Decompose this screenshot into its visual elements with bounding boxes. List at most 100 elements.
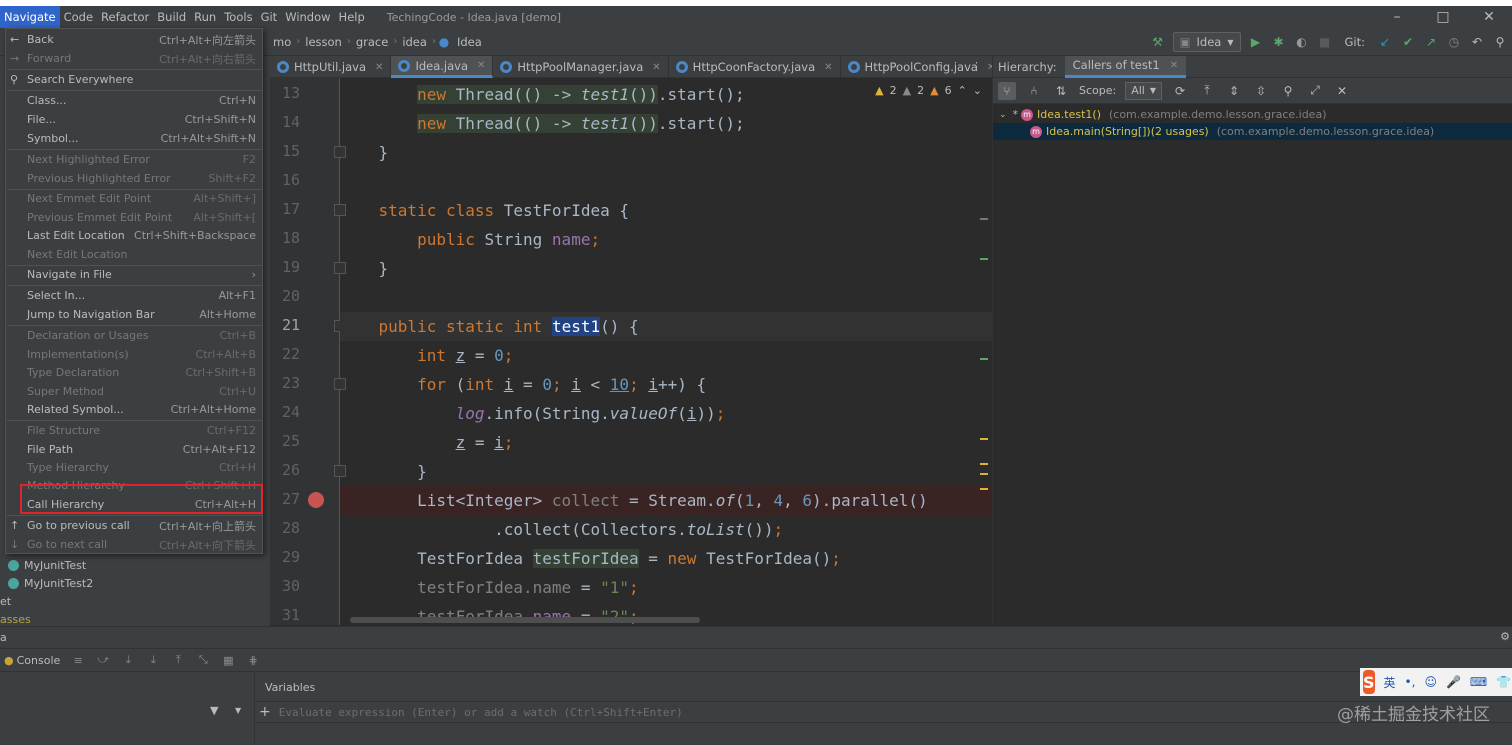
console-tab[interactable]: ● Console bbox=[4, 654, 60, 667]
run-config-select[interactable]: ▣ Idea ▼ bbox=[1172, 32, 1241, 52]
ime-logo-icon[interactable]: S bbox=[1363, 670, 1375, 694]
menu-item-file-path[interactable]: File Path Ctrl+Alt+F12 bbox=[6, 440, 262, 459]
export-icon[interactable]: ⤒ bbox=[1198, 82, 1216, 100]
filter-icon[interactable]: ▼ bbox=[210, 704, 218, 717]
menu-item-next-emmet[interactable]: Next Emmet Edit Point Alt+Shift+] bbox=[6, 189, 262, 208]
chevron-down-icon[interactable]: ▼ bbox=[235, 706, 241, 715]
close-icon[interactable]: ✕ bbox=[1170, 60, 1178, 71]
build-hammer-icon[interactable]: ⚒ bbox=[1150, 34, 1166, 50]
expand-all-icon[interactable]: ⇕ bbox=[1225, 82, 1243, 100]
callee-hierarchy-icon[interactable]: ⑃ bbox=[1025, 82, 1043, 100]
debug-icon[interactable]: ✱ bbox=[1271, 34, 1287, 50]
tree-item[interactable]: MyJunitTest2 bbox=[0, 574, 270, 592]
emoji-icon[interactable]: ☺ bbox=[1424, 675, 1437, 689]
breadcrumb-item[interactable]: mo bbox=[268, 35, 296, 49]
menu-item-class[interactable]: Class... Ctrl+N bbox=[6, 91, 262, 110]
menu-item-previous-emmet[interactable]: Previous Emmet Edit Point Alt+Shift+[ bbox=[6, 208, 262, 227]
breadcrumb-item[interactable]: grace bbox=[351, 35, 393, 49]
menu-item-next-edit-location[interactable]: Next Edit Location bbox=[6, 245, 262, 264]
close-icon[interactable]: ✕ bbox=[477, 60, 485, 71]
rollback-icon[interactable]: ↶ bbox=[1469, 34, 1485, 50]
hierarchy-tree-row[interactable]: m Idea.main(String[])(2 usages) (com.exa… bbox=[993, 123, 1512, 140]
more-tabs-icon[interactable]: ⋮ bbox=[971, 60, 982, 73]
maximize-icon[interactable]: □ bbox=[1420, 6, 1466, 28]
gear-icon[interactable]: ⚙ bbox=[1500, 630, 1510, 643]
menu-item-navigate-in-file[interactable]: Navigate in File › bbox=[6, 265, 262, 284]
microphone-icon[interactable]: 🎤 bbox=[1446, 675, 1461, 689]
tab-httputil[interactable]: HttpUtil.java ✕ bbox=[270, 56, 392, 78]
hierarchy-tree-row[interactable]: ⌄ * m Idea.test1() (com.example.demo.les… bbox=[993, 106, 1512, 123]
collapse-all-icon[interactable]: ⇳ bbox=[1252, 82, 1270, 100]
skin-icon[interactable]: 👕 bbox=[1496, 675, 1511, 689]
horizontal-scrollbar[interactable] bbox=[350, 617, 700, 623]
menu-item-type-hierarchy[interactable]: Type Hierarchy Ctrl+H bbox=[6, 458, 262, 477]
tree-item[interactable]: et bbox=[0, 592, 270, 610]
breadcrumb-item[interactable]: idea bbox=[397, 35, 432, 49]
step-over-icon[interactable]: ⤓ bbox=[121, 653, 135, 667]
scope-select[interactable]: All ▼ bbox=[1125, 81, 1163, 100]
menu-item-last-edit-location[interactable]: Last Edit Location Ctrl+Shift+Backspace bbox=[6, 226, 262, 245]
menu-run[interactable]: Run bbox=[190, 6, 220, 28]
keyboard-icon[interactable]: ⌨ bbox=[1470, 675, 1487, 689]
tab-httppoolmanager[interactable]: HttpPoolManager.java ✕ bbox=[493, 56, 669, 78]
menu-item-implementations[interactable]: Implementation(s) Ctrl+Alt+B bbox=[6, 345, 262, 364]
close-icon[interactable]: ✕ bbox=[652, 62, 660, 73]
close-icon[interactable]: ✕ bbox=[1466, 6, 1512, 28]
git-commit-icon[interactable]: ✔ bbox=[1400, 34, 1416, 50]
menu-item-next-error[interactable]: Next Highlighted Error F2 bbox=[6, 150, 262, 169]
ime-language[interactable]: 英 bbox=[1384, 674, 1396, 691]
menu-navigate[interactable]: Navigate bbox=[0, 6, 60, 28]
search-icon[interactable]: ⚲ bbox=[1492, 34, 1508, 50]
git-push-icon[interactable]: ↗ bbox=[1423, 34, 1439, 50]
chevron-down-icon[interactable]: ⌄ bbox=[973, 84, 982, 97]
history-icon[interactable]: ◷ bbox=[1446, 34, 1462, 50]
refresh-icon[interactable]: ⟳ bbox=[1171, 82, 1189, 100]
breadcrumb-item[interactable]: Idea bbox=[452, 35, 487, 49]
run-icon[interactable]: ▶ bbox=[1248, 34, 1264, 50]
menu-item-related-symbol[interactable]: Related Symbol... Ctrl+Alt+Home bbox=[6, 400, 262, 419]
punctuation-icon[interactable]: •, bbox=[1405, 675, 1416, 689]
menu-tools[interactable]: Tools bbox=[220, 6, 256, 28]
menu-item-jump-to-navigation-bar[interactable]: Jump to Navigation Bar Alt+Home bbox=[6, 305, 262, 324]
menu-item-file[interactable]: File... Ctrl+Shift+N bbox=[6, 110, 262, 129]
add-watch-icon[interactable]: + bbox=[259, 704, 271, 720]
stop-icon[interactable]: ■ bbox=[1317, 34, 1333, 50]
pin-icon[interactable]: ⚲ bbox=[1279, 82, 1297, 100]
caller-hierarchy-icon[interactable]: ⑂ bbox=[998, 81, 1016, 100]
menu-code[interactable]: Code bbox=[60, 6, 97, 28]
tab-httpcoonfactory[interactable]: HttpCoonFactory.java ✕ bbox=[669, 56, 841, 78]
menu-item-forward[interactable]: → Forward Ctrl+Alt+向右箭头 bbox=[6, 49, 262, 68]
menu-item-search-everywhere[interactable]: ⚲ Search Everywhere bbox=[6, 70, 262, 89]
close-icon[interactable]: ✕ bbox=[1333, 82, 1351, 100]
menu-item-type-declaration[interactable]: Type Declaration Ctrl+Shift+B bbox=[6, 363, 262, 382]
menu-item-symbol[interactable]: Symbol... Ctrl+Alt+Shift+N bbox=[6, 129, 262, 148]
menu-refactor[interactable]: Refactor bbox=[97, 6, 153, 28]
minimize-icon[interactable]: – bbox=[1374, 6, 1420, 28]
menu-item-select-in[interactable]: Select In... Alt+F1 bbox=[6, 286, 262, 305]
menu-build[interactable]: Build bbox=[153, 6, 190, 28]
menu-item-declaration[interactable]: Declaration or Usages Ctrl+B bbox=[6, 326, 262, 345]
menu-item-previous-error[interactable]: Previous Highlighted Error Shift+F2 bbox=[6, 169, 262, 188]
show-execution-point-icon[interactable]: ⤻ bbox=[96, 653, 110, 667]
close-icon[interactable]: ✕ bbox=[375, 62, 383, 73]
menu-help[interactable]: Help bbox=[335, 6, 369, 28]
menu-lines-icon[interactable]: ≡ bbox=[71, 653, 85, 667]
coverage-icon[interactable]: ◐ bbox=[1294, 34, 1310, 50]
inspection-widget[interactable]: ▲ 2 ▲ 2 ▲ 6 ⌃ ⌄ bbox=[875, 84, 982, 97]
sort-alphabetically-icon[interactable]: ⇅ bbox=[1052, 82, 1070, 100]
code-editor[interactable]: 13 14 15 16 17 18 19 20 21 22 23 24 25 2… bbox=[270, 78, 992, 625]
trace-icon[interactable]: ⋕ bbox=[246, 653, 260, 667]
tab-idea[interactable]: Idea.java ✕ bbox=[391, 56, 494, 78]
menu-window[interactable]: Window bbox=[281, 6, 334, 28]
menu-item-super-method[interactable]: Super Method Ctrl+U bbox=[6, 382, 262, 401]
close-icon[interactable]: ✕ bbox=[824, 62, 832, 73]
evaluate-icon[interactable]: ▦ bbox=[221, 653, 235, 667]
menu-item-go-to-previous-call[interactable]: ↑ Go to previous call Ctrl+Alt+向上箭头 bbox=[6, 516, 262, 535]
menu-item-go-to-next-call[interactable]: ↓ Go to next call Ctrl+Alt+向下箭头 bbox=[6, 535, 262, 554]
step-out-icon[interactable]: ⤒ bbox=[171, 653, 185, 667]
breadcrumb-item[interactable]: lesson bbox=[300, 35, 347, 49]
tab-callers-of-test1[interactable]: Callers of test1 ✕ bbox=[1064, 55, 1187, 78]
menu-git[interactable]: Git bbox=[257, 6, 282, 28]
git-update-icon[interactable]: ↙ bbox=[1377, 34, 1393, 50]
chevron-up-icon[interactable]: ⌃ bbox=[958, 84, 967, 97]
